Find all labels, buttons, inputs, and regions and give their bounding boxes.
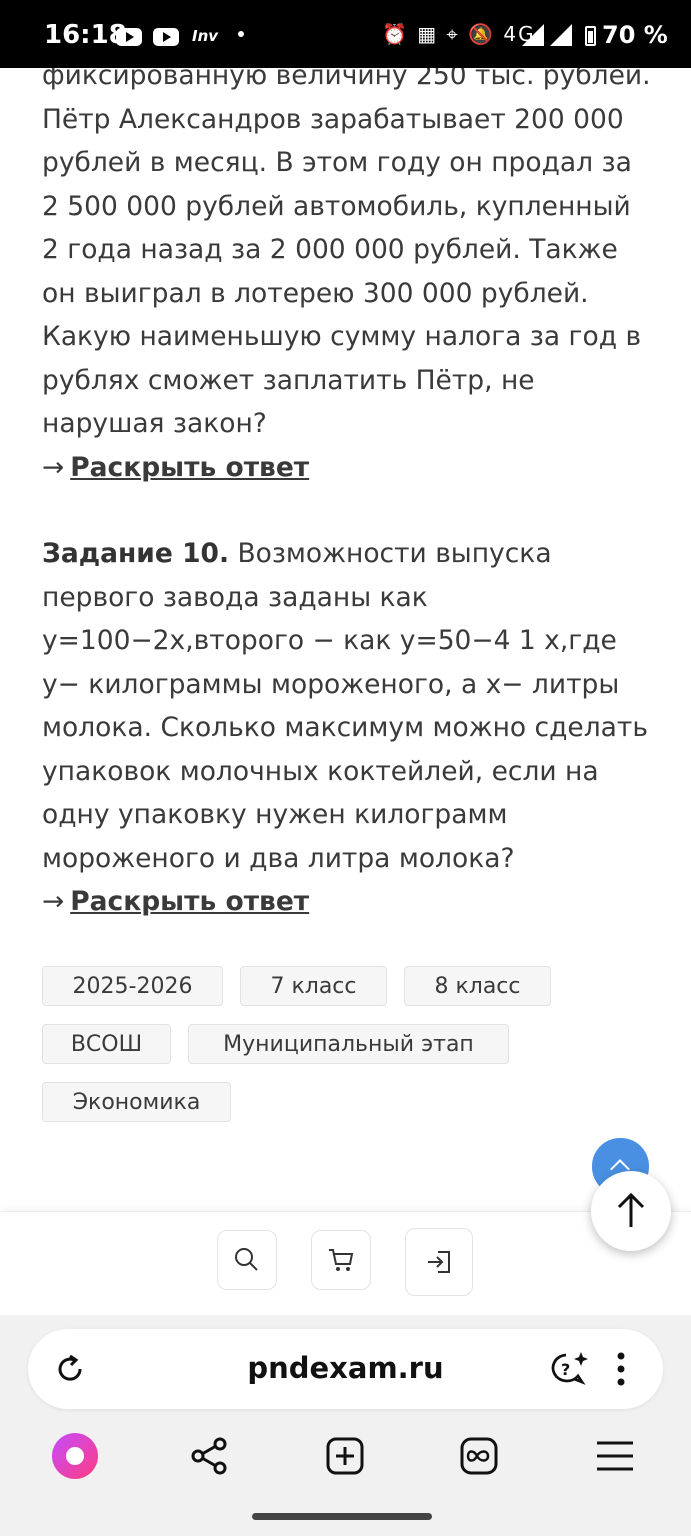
- cart-icon: [329, 1249, 354, 1271]
- signal-icon: [520, 22, 576, 53]
- new-tab-icon[interactable]: [322, 1433, 368, 1479]
- reveal-answer-task10[interactable]: → Раскрыть ответ: [42, 880, 652, 924]
- address-bar[interactable]: pndexam.ru ?: [28, 1329, 663, 1409]
- task10-text: Задание 10. Возможности выпуска первого …: [42, 532, 652, 880]
- more-notifications-icon: [238, 31, 244, 37]
- tag-subject[interactable]: Экономика: [42, 1082, 231, 1122]
- battery-icon: [585, 26, 596, 46]
- investing-app-icon: Inv: [192, 27, 219, 45]
- page-action-bar: [0, 1211, 691, 1316]
- task10-block: Задание 10. Возможности выпуска первого …: [42, 532, 652, 924]
- tag-grade-8[interactable]: 8 класс: [404, 966, 551, 1006]
- share-icon[interactable]: [186, 1433, 232, 1479]
- task10-body: Возможности выпуска первого завода задан…: [42, 538, 648, 874]
- tag-grade-7[interactable]: 7 класс: [240, 966, 387, 1006]
- search-icon: [235, 1248, 258, 1271]
- youtube-icon: [116, 28, 142, 46]
- youtube-icon: [153, 28, 179, 46]
- article-content: фиксированную величину 250 тыс. рублей. …: [42, 54, 652, 917]
- menu-more-icon[interactable]: [610, 1349, 632, 1389]
- login-icon: [428, 1251, 450, 1273]
- reveal-answer-link[interactable]: Раскрыть ответ: [70, 886, 309, 917]
- reveal-answer-link[interactable]: Раскрыть ответ: [70, 452, 309, 483]
- browser-chrome: pndexam.ru ?: [0, 1315, 691, 1536]
- task10-heading: Задание 10.: [42, 538, 230, 569]
- hamburger-menu-icon[interactable]: [592, 1433, 638, 1479]
- arrow-right-icon: →: [42, 886, 65, 917]
- arrow-up-icon: [617, 1192, 645, 1227]
- tabs-icon[interactable]: [456, 1433, 502, 1479]
- svg-text:?: ?: [561, 1360, 570, 1379]
- tag-vsosh[interactable]: ВСОШ: [42, 1024, 171, 1064]
- scroll-up-button[interactable]: [591, 1171, 671, 1251]
- cart-button[interactable]: [311, 1230, 371, 1290]
- status-time: 16:18: [44, 20, 127, 50]
- ai-assistant-icon[interactable]: ?: [546, 1349, 590, 1389]
- tag-stage[interactable]: Муниципальный этап: [188, 1024, 509, 1064]
- status-indicators-icon: ⏰ ▦ ⌖ 🔕 4G: [382, 22, 536, 46]
- login-button[interactable]: [405, 1228, 473, 1296]
- gesture-bar[interactable]: [252, 1513, 432, 1520]
- arrow-right-icon: →: [42, 451, 65, 483]
- search-button[interactable]: [217, 1230, 277, 1290]
- status-bar: 16:18 Inv ⏰ ▦ ⌖ 🔕 4G 70 %: [0, 0, 691, 68]
- reveal-answer-task9[interactable]: → Раскрыть ответ: [42, 446, 652, 490]
- task9-text: фиксированную величину 250 тыс. рублей. …: [42, 60, 651, 439]
- tag-year[interactable]: 2025-2026: [42, 966, 223, 1006]
- alice-assistant-icon[interactable]: [50, 1431, 100, 1481]
- battery-level: 70 %: [602, 21, 668, 49]
